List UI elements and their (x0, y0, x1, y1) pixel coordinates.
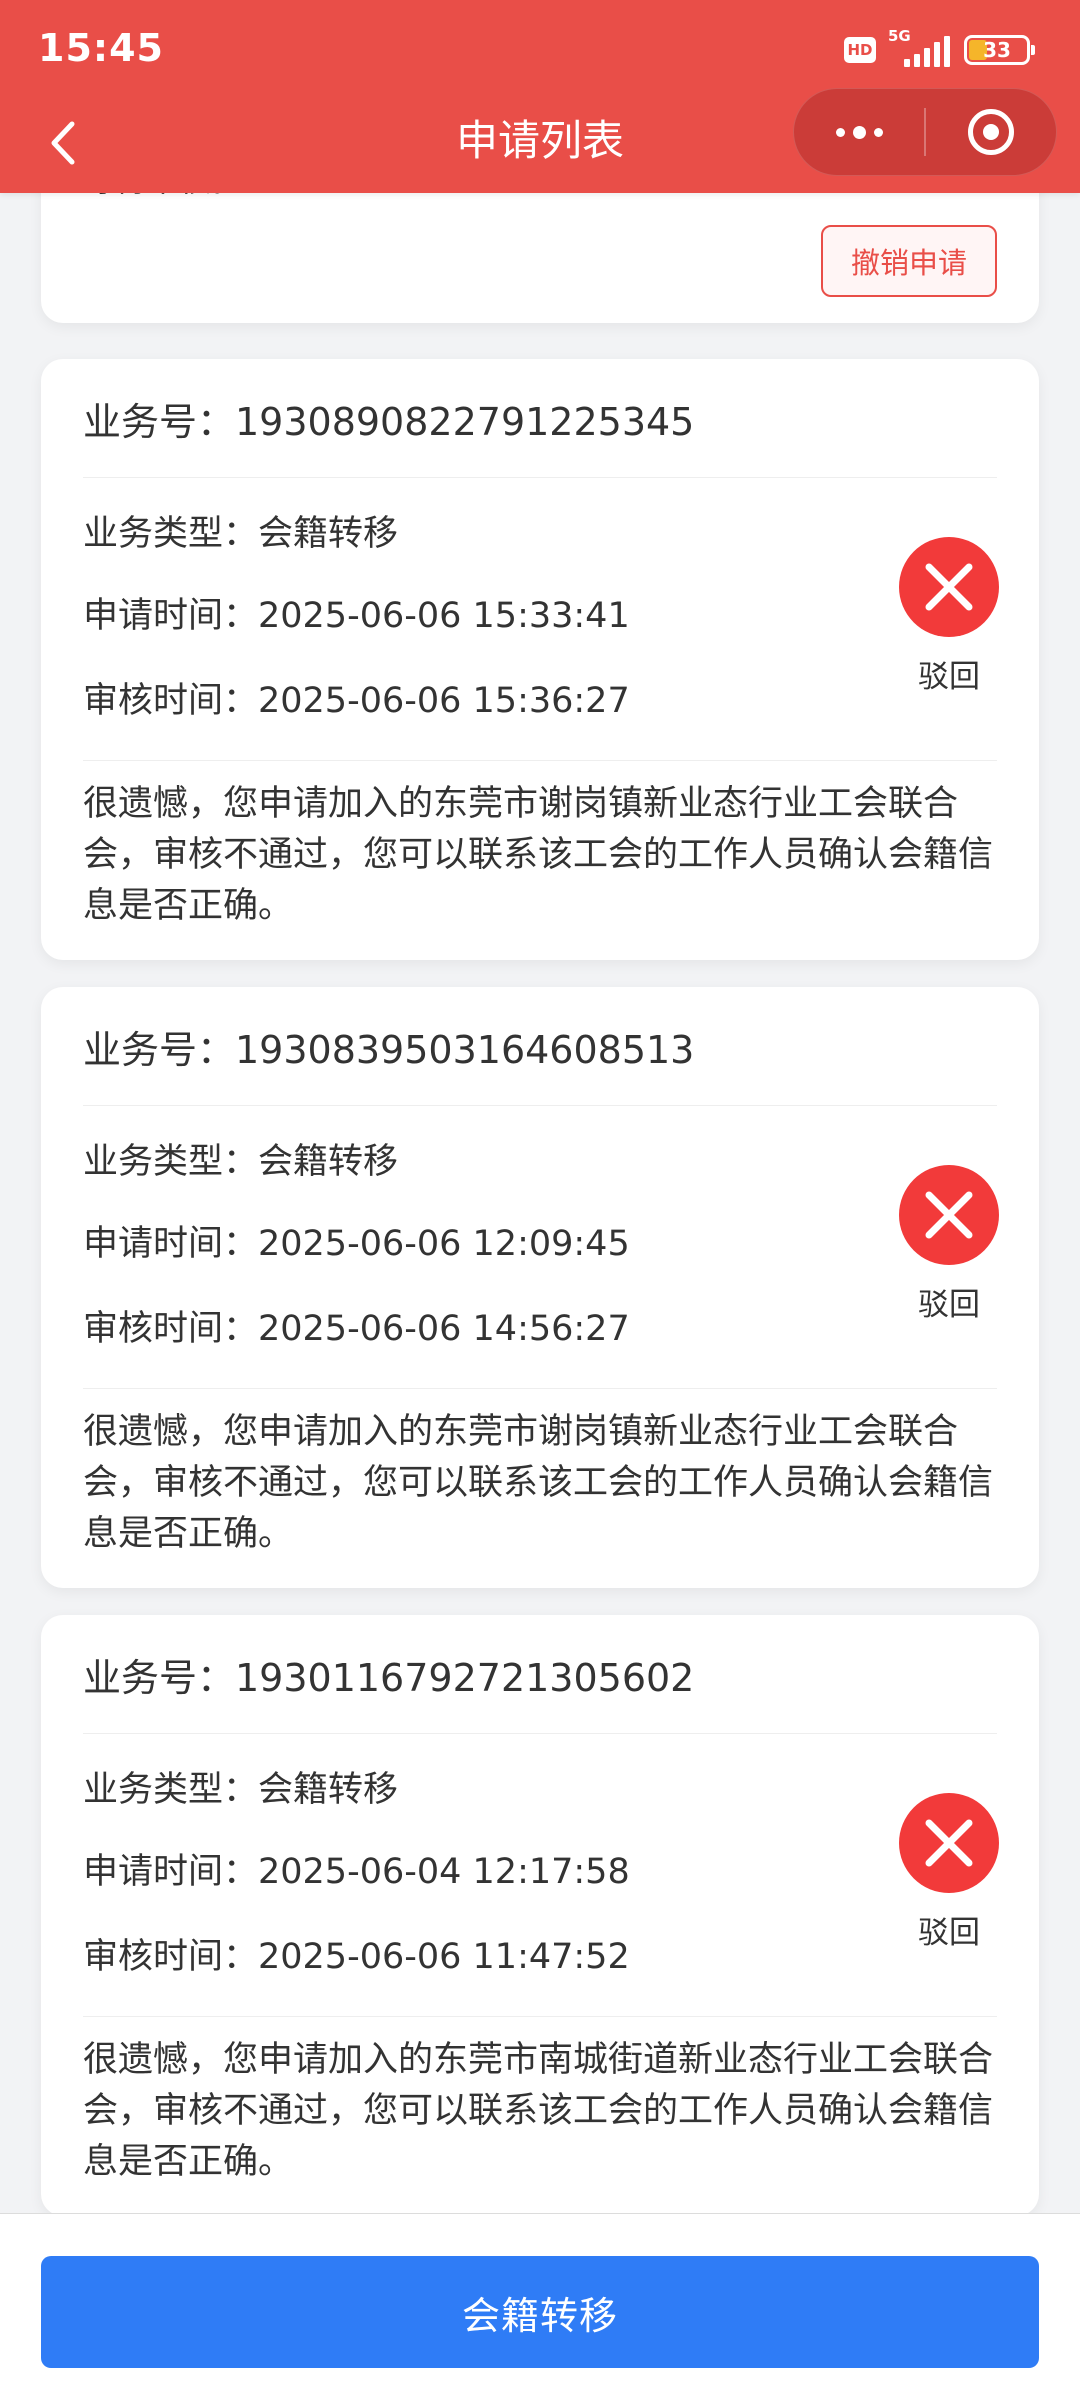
membership-transfer-button[interactable]: 会籍转移 (41, 2256, 1039, 2368)
close-mini-program-button[interactable] (926, 88, 1056, 176)
footer-bar: 会籍转移 (0, 2213, 1080, 2408)
target-circle-icon (967, 109, 1014, 155)
status-label: 驳回 (918, 659, 980, 695)
card-info: 业务类型：会籍转移 申请时间：2025-06-04 12:17:58 审核时间：… (83, 1734, 683, 1996)
battery-icon: 33 (964, 35, 1035, 65)
revoke-application-button[interactable]: 撤销申请 (821, 225, 997, 297)
hd-badge: HD (844, 37, 876, 63)
status-indicator: 驳回 (899, 1793, 999, 1952)
network-type: 5G (888, 27, 911, 45)
partial-status-text: 等待审核。 (83, 193, 243, 201)
business-type: 业务类型：会籍转移 (83, 1141, 399, 1182)
more-dots-icon (835, 125, 883, 139)
review-time: 审核时间：2025-06-06 11:47:52 (83, 1937, 630, 1977)
business-number: 业务号：1930839503164608513 (83, 987, 997, 1106)
status-label: 驳回 (918, 1287, 980, 1323)
more-button[interactable] (794, 88, 924, 176)
review-time: 审核时间：2025-06-06 15:36:27 (83, 681, 630, 721)
reject-icon (899, 1793, 999, 1893)
application-card-partial: 等待审核。 撤销申请 (41, 193, 1039, 323)
card-info: 业务类型：会籍转移 申请时间：2025-06-06 15:33:41 审核时间：… (83, 478, 683, 740)
business-number: 业务号：1930116792721305602 (83, 1615, 997, 1734)
apply-time: 申请时间：2025-06-06 15:33:41 (83, 596, 630, 636)
application-card[interactable]: 业务号：1930839503164608513 业务类型：会籍转移 申请时间：2… (41, 987, 1039, 1588)
status-indicator: 驳回 (899, 1165, 999, 1324)
business-type: 业务类型：会籍转移 (83, 1769, 399, 1810)
status-icons: HD 5G 33 (844, 27, 1035, 70)
status-label: 驳回 (918, 1915, 980, 1951)
mini-program-capsule (793, 88, 1057, 176)
status-bar: 15:45 HD 5G 33 (0, 0, 1080, 96)
battery-level: 33 (983, 38, 1011, 62)
application-card[interactable]: 业务号：1930116792721305602 业务类型：会籍转移 申请时间：2… (41, 1615, 1039, 2213)
apply-time: 申请时间：2025-06-06 12:09:45 (83, 1224, 630, 1264)
apply-time: 申请时间：2025-06-04 12:17:58 (83, 1852, 630, 1892)
card-info: 业务类型：会籍转移 申请时间：2025-06-06 12:09:45 审核时间：… (83, 1106, 683, 1368)
reject-icon (899, 1165, 999, 1265)
application-card[interactable]: 业务号：1930890822791225345 业务类型：会籍转移 申请时间：2… (41, 359, 1039, 960)
review-message: 很遗憾，您申请加入的东莞市南城街道新业态行业工会联合会，审核不通过，您可以联系该… (83, 2016, 997, 2188)
reject-icon (899, 537, 999, 637)
review-message: 很遗憾，您申请加入的东莞市谢岗镇新业态行业工会联合会，审核不通过，您可以联系该工… (83, 1388, 997, 1560)
status-time: 15:45 (38, 26, 164, 70)
review-message: 很遗憾，您申请加入的东莞市谢岗镇新业态行业工会联合会，审核不通过，您可以联系该工… (83, 760, 997, 932)
review-time: 审核时间：2025-06-06 14:56:27 (83, 1309, 630, 1349)
business-number: 业务号：1930890822791225345 (83, 359, 997, 478)
business-type: 业务类型：会籍转移 (83, 513, 399, 554)
status-indicator: 驳回 (899, 537, 999, 696)
signal-icon: 5G (888, 27, 950, 67)
application-list[interactable]: 等待审核。 撤销申请 业务号：1930890822791225345 业务类型：… (0, 193, 1080, 2213)
